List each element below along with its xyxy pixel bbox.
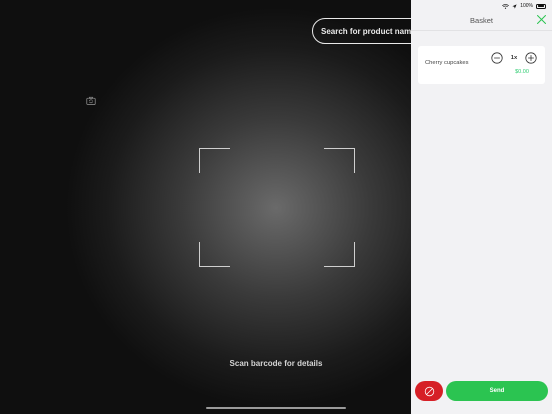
basket-panel: 100% Basket Cherry cupcakes 1x $0.00 Sen… — [411, 0, 552, 414]
battery-icon — [536, 3, 546, 9]
item-name: Cherry cupcakes — [425, 60, 469, 66]
search-bar[interactable] — [312, 18, 411, 44]
status-bar: 100% — [502, 2, 546, 10]
battery-percentage: 100% — [520, 3, 533, 9]
basket-item: Cherry cupcakes 1x $0.00 — [418, 46, 545, 84]
scan-frame-corner-top-left — [199, 148, 230, 173]
prohibited-icon — [424, 386, 434, 396]
send-button[interactable]: Send — [446, 381, 548, 401]
item-price: $0.00 — [515, 69, 529, 75]
scan-frame-corner-bottom-right — [324, 242, 355, 267]
camera-scanner-view — [0, 0, 411, 414]
item-quantity: 1x — [510, 55, 518, 61]
scan-frame-corner-top-right — [324, 148, 355, 173]
basket-header: Basket — [411, 11, 552, 31]
location-arrow-icon — [512, 3, 517, 9]
minus-circle-icon[interactable] — [491, 52, 503, 64]
wifi-icon — [502, 3, 510, 9]
search-input[interactable] — [321, 26, 411, 36]
home-indicator[interactable] — [206, 407, 346, 409]
scan-frame-corner-bottom-left — [199, 242, 230, 267]
plus-circle-icon[interactable] — [525, 52, 537, 64]
close-icon[interactable] — [536, 14, 547, 25]
camera-switch-icon[interactable] — [86, 96, 96, 106]
basket-title: Basket — [470, 16, 493, 25]
clear-basket-button[interactable] — [415, 381, 443, 401]
